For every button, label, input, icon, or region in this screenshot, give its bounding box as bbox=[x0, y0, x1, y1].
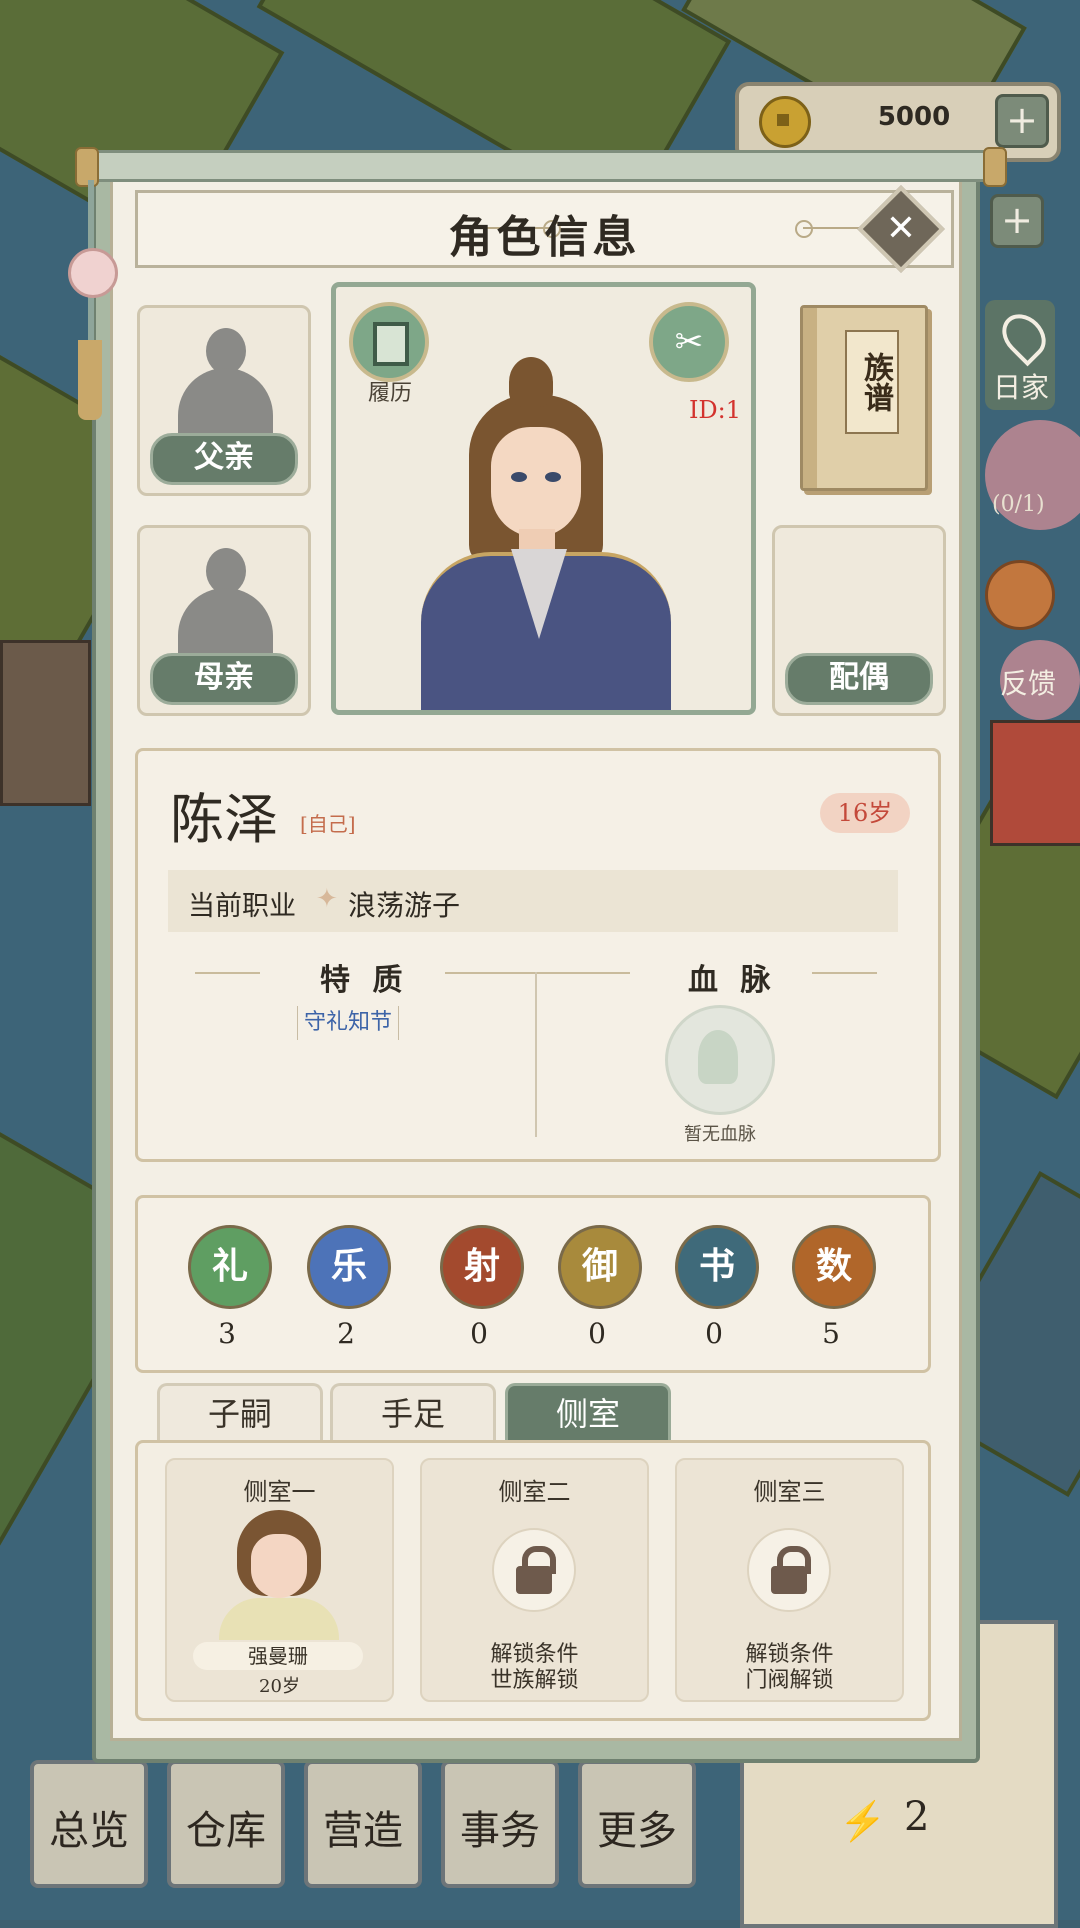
art-icon: 数 bbox=[792, 1225, 876, 1309]
nav-affairs-button[interactable]: 事务 bbox=[441, 1760, 559, 1888]
tab-children[interactable]: 子嗣 bbox=[157, 1383, 323, 1442]
art-icon: 御 bbox=[558, 1225, 642, 1309]
count-label: (0/1) bbox=[992, 492, 1045, 517]
home-button[interactable]: 日家 bbox=[985, 300, 1055, 410]
megaphone-icon[interactable] bbox=[985, 560, 1055, 630]
art-value: 0 bbox=[470, 1317, 488, 1350]
age-badge: 16岁 bbox=[820, 793, 910, 833]
scroll-rod bbox=[75, 147, 1007, 187]
concubine-slot-3[interactable]: 侧室三 解锁条件 门阀解锁 bbox=[675, 1458, 904, 1702]
nav-overview-button[interactable]: 总览 bbox=[30, 1760, 148, 1888]
concubine-age: 20岁 bbox=[259, 1676, 300, 1697]
nav-more-button[interactable]: 更多 bbox=[578, 1760, 696, 1888]
panel-title: 角色信息 bbox=[448, 212, 641, 263]
spouse-label: 配偶 bbox=[785, 653, 933, 705]
nav-label: 更多 bbox=[597, 1808, 677, 1854]
lock-icon bbox=[747, 1528, 831, 1612]
close-icon: ✕ bbox=[885, 208, 917, 249]
ornament bbox=[812, 972, 877, 974]
art-value: 0 bbox=[588, 1317, 606, 1350]
add-coins-button[interactable]: + bbox=[995, 94, 1049, 148]
mother-label: 母亲 bbox=[150, 653, 298, 705]
spouse-card[interactable]: 配偶 bbox=[772, 525, 946, 716]
occupation-label: 当前职业 bbox=[188, 891, 296, 922]
art-icon: 射 bbox=[440, 1225, 524, 1309]
character-id: ID:1 bbox=[688, 396, 742, 424]
nav-label: 仓库 bbox=[186, 1808, 266, 1854]
divider bbox=[535, 972, 537, 1137]
unlock-condition-label: 解锁条件 bbox=[490, 1642, 579, 1667]
trait-tag[interactable]: 守礼知节 bbox=[297, 1006, 400, 1040]
appearance-button[interactable]: ✂ bbox=[649, 302, 729, 382]
phoenix-icon bbox=[665, 1005, 775, 1115]
mother-card[interactable]: 母亲 bbox=[137, 525, 311, 716]
coin-icon bbox=[759, 96, 811, 148]
unlock-condition-label: 解锁条件 bbox=[745, 1642, 834, 1667]
traits-header: 特 质 bbox=[320, 963, 409, 998]
feedback-label: 反馈 bbox=[1000, 667, 1057, 700]
scissors-comb-icon: ✂ bbox=[674, 322, 704, 362]
resume-label: 履历 bbox=[367, 381, 412, 406]
art-shu-math[interactable]: 数 5 bbox=[792, 1225, 876, 1350]
concubine-avatar bbox=[219, 1510, 339, 1640]
nav-label: 事务 bbox=[460, 1808, 540, 1854]
self-tag: [自己] bbox=[300, 812, 356, 836]
art-value: 5 bbox=[822, 1317, 840, 1350]
bloodline-header: 血 脉 bbox=[688, 963, 777, 998]
sparkle-icon: ✦ bbox=[316, 884, 338, 914]
unlock-condition-value: 门阀解锁 bbox=[745, 1668, 834, 1693]
location-pin-icon bbox=[993, 305, 1055, 367]
occupation-bar: 当前职业 ✦ 浪荡游子 bbox=[168, 870, 898, 932]
concubine-slot-1[interactable]: 侧室一 强曼珊 20岁 bbox=[165, 1458, 394, 1702]
unlock-condition-value: 世族解锁 bbox=[490, 1668, 579, 1693]
concubine-name: 强曼珊 bbox=[193, 1642, 363, 1670]
home-label: 日家 bbox=[993, 371, 1050, 404]
unlock-condition: 解锁条件 门阀解锁 bbox=[677, 1642, 902, 1694]
art-value: 2 bbox=[337, 1317, 355, 1350]
genealogy-label: 族谱 bbox=[845, 330, 899, 434]
nav-label: 营造 bbox=[323, 1808, 403, 1854]
no-bloodline-label: 暂无血脉 bbox=[684, 1124, 756, 1145]
slot-title: 侧室三 bbox=[753, 1478, 826, 1506]
energy-value: 2 bbox=[904, 1794, 930, 1840]
tab-siblings[interactable]: 手足 bbox=[330, 1383, 496, 1442]
lock-icon bbox=[492, 1528, 576, 1612]
nav-label: 总览 bbox=[49, 1808, 129, 1854]
art-shu[interactable]: 书 0 bbox=[675, 1225, 759, 1350]
slot-title: 侧室二 bbox=[498, 1478, 571, 1506]
character-name: 陈泽 bbox=[170, 788, 278, 851]
art-icon: 乐 bbox=[307, 1225, 391, 1309]
art-yue[interactable]: 乐 2 bbox=[307, 1225, 391, 1350]
title-bar: 角色信息 bbox=[135, 190, 954, 268]
father-label: 父亲 bbox=[150, 433, 298, 485]
character-avatar bbox=[421, 357, 671, 710]
slot-title: 侧室一 bbox=[243, 1478, 316, 1506]
coin-amount: 5000 bbox=[877, 102, 951, 132]
ornament bbox=[195, 972, 260, 974]
occupation-value: 浪荡游子 bbox=[348, 889, 461, 922]
concubine-slot-2[interactable]: 侧室二 解锁条件 世族解锁 bbox=[420, 1458, 649, 1702]
tassel-ornament bbox=[68, 180, 118, 420]
art-yu[interactable]: 御 0 bbox=[558, 1225, 642, 1350]
art-icon: 书 bbox=[675, 1225, 759, 1309]
nav-build-button[interactable]: 营造 bbox=[304, 1760, 422, 1888]
tab-concubines[interactable]: 侧室 bbox=[505, 1383, 671, 1442]
art-value: 3 bbox=[218, 1317, 236, 1350]
scroll-icon bbox=[373, 322, 409, 366]
art-she[interactable]: 射 0 bbox=[440, 1225, 524, 1350]
nav-warehouse-button[interactable]: 仓库 bbox=[167, 1760, 285, 1888]
ornament bbox=[445, 972, 630, 974]
father-card[interactable]: 父亲 bbox=[137, 305, 311, 496]
art-li[interactable]: 礼 3 bbox=[188, 1225, 272, 1350]
resume-button[interactable] bbox=[349, 302, 429, 382]
genealogy-book-button[interactable]: 族谱 bbox=[800, 305, 928, 491]
art-icon: 礼 bbox=[188, 1225, 272, 1309]
lightning-icon: ⚡ bbox=[839, 1799, 887, 1843]
art-value: 0 bbox=[705, 1317, 723, 1350]
unlock-condition: 解锁条件 世族解锁 bbox=[422, 1642, 647, 1694]
add-resource-button[interactable]: + bbox=[990, 194, 1044, 248]
